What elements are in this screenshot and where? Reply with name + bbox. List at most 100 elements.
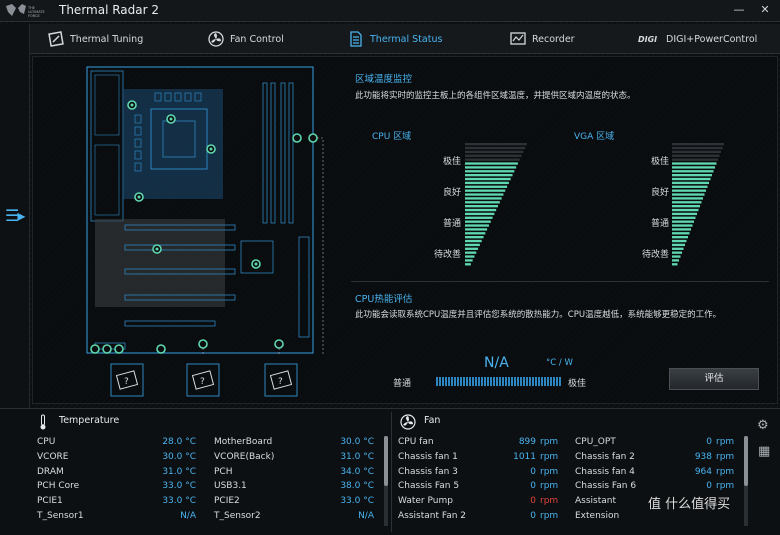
- gauge-segment: [465, 181, 509, 185]
- eval-scale-tick: [469, 377, 471, 386]
- fan-value: 964: [694, 466, 712, 477]
- layout-grid-icon[interactable]: ▦: [758, 444, 770, 459]
- evaluate-button[interactable]: 评估: [669, 368, 759, 390]
- gauge-segment: [672, 228, 691, 231]
- fan-unit: rpm: [716, 437, 735, 447]
- fan-label: Assistant: [575, 496, 617, 507]
- section-divider: [351, 281, 769, 282]
- eval-scale-tick: [460, 377, 462, 386]
- eval-scale-tick: [481, 377, 483, 386]
- fan-unit: rpm: [716, 466, 735, 477]
- tab-thermal-status[interactable]: Thermal Status: [348, 24, 442, 54]
- fan-label: Chassis fan 4: [575, 466, 635, 477]
- eval-scale-tick: [475, 377, 477, 386]
- fan-unit: rpm: [540, 496, 559, 507]
- settings-gear-icon[interactable]: ⚙: [757, 418, 769, 433]
- watermark: 值 什么值得买: [648, 497, 731, 512]
- gauge-segment: [672, 224, 693, 227]
- menu-expand-icon[interactable]: ☰▸: [5, 206, 25, 225]
- tab-label: Recorder: [532, 33, 575, 45]
- tab-thermal-tuning[interactable]: Thermal Tuning: [48, 24, 143, 54]
- gauge-segment: [672, 243, 685, 247]
- fan-value: 0: [530, 481, 536, 492]
- eval-scale-tick: [472, 377, 474, 386]
- gauge-segment: [672, 255, 681, 258]
- zone-monitor-desc: 此功能将实时的监控主板上的各组件区域温度，并提供区域内温度的状态。: [355, 91, 636, 101]
- fan-label: Chassis Fan 5: [398, 481, 460, 492]
- gauge-segment: [672, 220, 694, 223]
- tab-recorder[interactable]: Recorder: [510, 24, 575, 54]
- cpu-level-good: 良好: [442, 188, 461, 198]
- gauge-segment: [672, 166, 715, 169]
- gauge-segment: [465, 255, 475, 258]
- eval-scale-tick: [496, 377, 498, 386]
- thermal-tuning-icon: [48, 31, 64, 47]
- gauge-segment: [672, 201, 702, 204]
- temp-value: N/A: [180, 511, 196, 521]
- vga-zone-gauge: [672, 143, 724, 266]
- gauge-segment: [465, 185, 508, 188]
- eval-scale-tick: [493, 377, 495, 386]
- gauge-segment: [672, 236, 688, 239]
- gauge-segment: [465, 193, 504, 196]
- eval-scale-tick: [559, 377, 561, 386]
- thermometer-icon: [40, 414, 46, 430]
- eval-scale-tick: [505, 377, 507, 386]
- gauge-segment: [672, 216, 696, 219]
- thermal-status-icon: [350, 31, 362, 47]
- temp-label: PCIE1: [37, 496, 63, 507]
- gauge-segment: [672, 259, 679, 262]
- gauge-segment: [672, 158, 718, 161]
- title-bar: THE ULTIMATE FORCE Thermal Radar 2 — ✕: [0, 0, 780, 22]
- gauge-segment: [465, 224, 489, 227]
- cpu-eval-unit: °C / W: [546, 358, 573, 368]
- svg-text:?: ?: [200, 377, 205, 387]
- gauge-segment: [465, 170, 515, 173]
- minimize-button[interactable]: —: [732, 3, 746, 17]
- gauge-segment: [465, 189, 506, 192]
- fan-title: Fan: [424, 415, 441, 426]
- temp-label: PCIE2: [214, 496, 240, 507]
- fan-unit: rpm: [540, 511, 559, 521]
- app-title: Thermal Radar 2: [59, 3, 160, 17]
- gauge-segment: [672, 197, 703, 200]
- temperature-title: Temperature: [59, 415, 120, 426]
- eval-scale-tick: [478, 377, 480, 386]
- temperature-scroll-thumb[interactable]: [384, 436, 388, 486]
- tab-fan-control[interactable]: Fan Control: [208, 24, 284, 54]
- temp-value: 28.0 °C: [162, 437, 196, 447]
- temp-value: 33.0 °C: [162, 481, 196, 492]
- tab-label: Fan Control: [230, 33, 284, 45]
- gauge-segment: [672, 177, 711, 181]
- temp-value: 31.0 °C: [162, 466, 196, 477]
- fan-label: Extension: [575, 511, 620, 521]
- gauge-segment: [465, 236, 484, 239]
- eval-scale-tick: [544, 377, 546, 386]
- fan-icon: [400, 414, 416, 430]
- fan-label: Chassis fan 1: [398, 451, 458, 462]
- cpu-eval-value: N/A: [484, 355, 509, 371]
- gauge-segment: [672, 189, 706, 192]
- gauge-segment: [672, 162, 717, 165]
- tab-digi-power-control[interactable]: DIGI DIGI+PowerControl: [638, 24, 757, 54]
- close-button[interactable]: ✕: [758, 3, 772, 17]
- temp-value: 33.0 °C: [340, 496, 374, 507]
- gauge-segment: [672, 205, 700, 208]
- gauge-segment: [465, 177, 511, 181]
- fan-label: CPU fan: [398, 437, 434, 447]
- vga-level-good: 良好: [650, 188, 669, 198]
- temp-value: 33.0 °C: [162, 496, 196, 507]
- gauge-segment: [465, 232, 486, 235]
- thermal-status-panel: ? ? ? 区域温度监控 此功能将实时的监控主板上的各组件区域温度，并提供区域内…: [32, 56, 778, 404]
- gauge-segment: [672, 239, 687, 243]
- temp-label: T_Sensor2: [214, 511, 261, 521]
- gauge-segment: [672, 170, 714, 173]
- fan-label: Water Pump: [398, 496, 453, 507]
- temp-value: 30.0 °C: [162, 451, 196, 462]
- gauge-segment: [672, 251, 682, 254]
- gauge-segment: [672, 143, 724, 146]
- cpu-level-improve: 待改善: [433, 250, 461, 260]
- fan-scroll-thumb[interactable]: [744, 436, 748, 486]
- gauge-segment: [465, 205, 498, 208]
- eval-scale-tick: [439, 377, 441, 386]
